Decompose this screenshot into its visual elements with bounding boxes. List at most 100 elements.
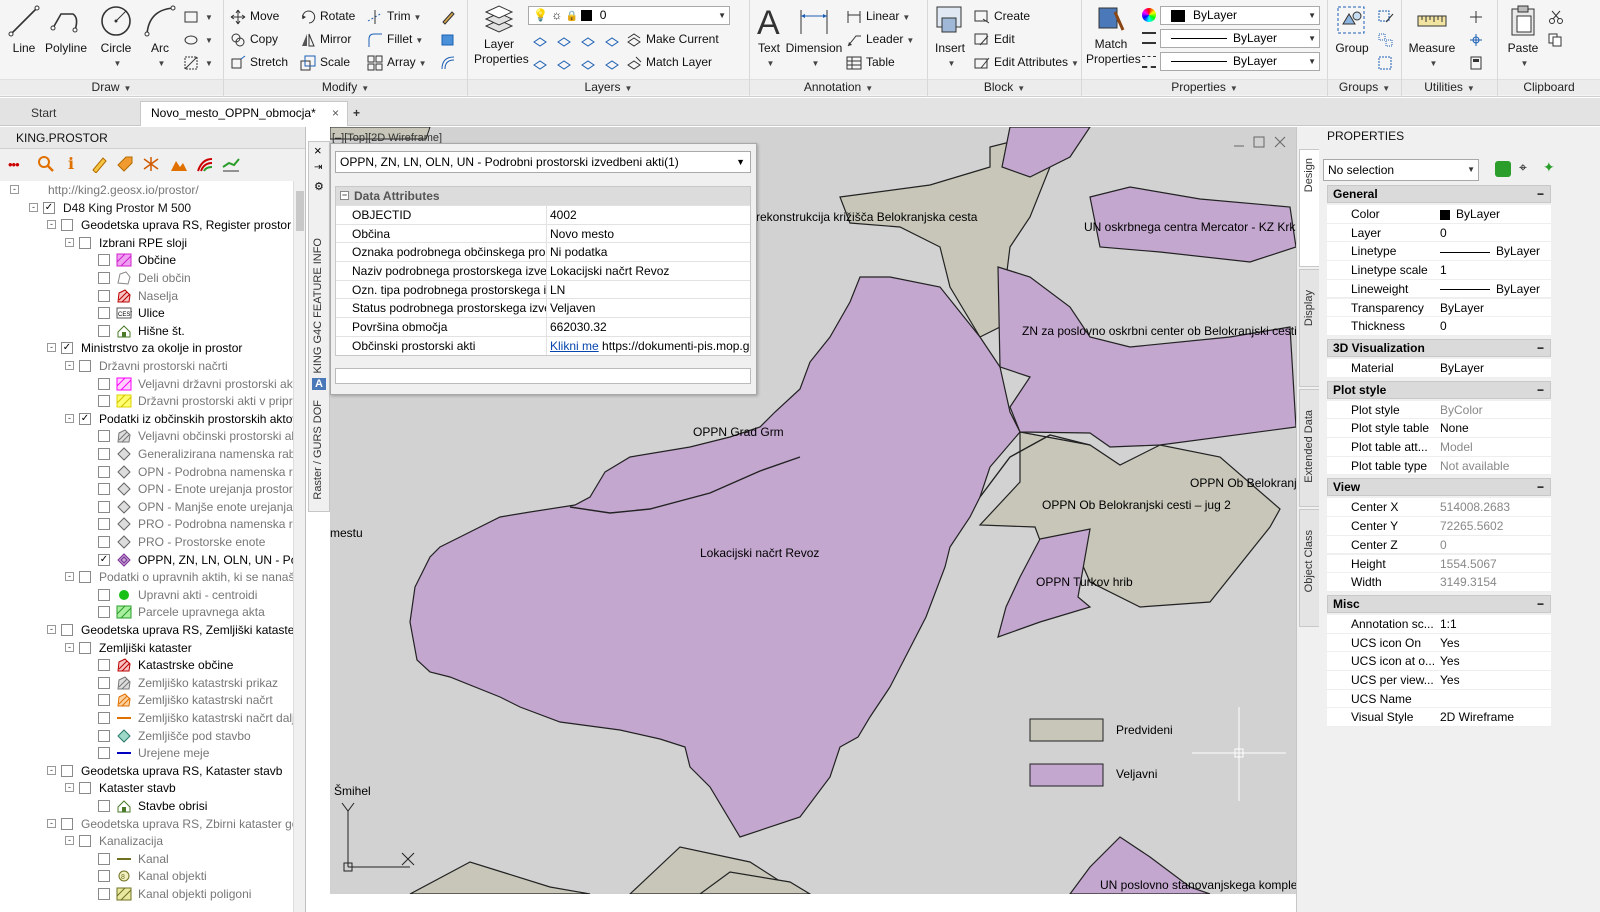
layers-panel-title[interactable]: Layers ▼ (468, 79, 749, 95)
groups-panel-title[interactable]: Groups ▼ (1328, 79, 1401, 95)
array-button[interactable]: Array ▼ (367, 52, 427, 72)
tree-node[interactable]: Deli občin (0, 269, 294, 287)
layer-checkbox[interactable] (98, 588, 110, 601)
collapse-icon[interactable]: − (1537, 186, 1544, 203)
group-select-button[interactable] (1378, 52, 1398, 72)
group-edit-button[interactable] (1378, 6, 1398, 26)
property-row[interactable]: Color ByLayer (1327, 205, 1551, 224)
pick-point-icon[interactable]: ⌖ (1519, 159, 1527, 176)
edit-attributes-button[interactable]: Edit Attributes ▼ (974, 52, 1079, 72)
property-row[interactable]: Plot style ByColor (1327, 400, 1551, 420)
tree-node[interactable]: Zemljiško katastrski načrt (0, 691, 294, 709)
property-row[interactable]: Center X 514008.2683 (1327, 498, 1551, 518)
property-row[interactable]: Lineweight ByLayer (1327, 279, 1551, 299)
linear-button[interactable]: Linear ▼ (846, 6, 910, 26)
layer-checkbox[interactable] (98, 888, 110, 900)
mirror-button[interactable]: Mirror (300, 29, 351, 49)
layer-checkbox[interactable] (61, 764, 73, 777)
trim-button[interactable]: Trim ▼ (367, 6, 421, 26)
table-button[interactable]: Table (846, 52, 895, 72)
section-view[interactable]: View − (1327, 478, 1551, 497)
tree-node[interactable]: Kanal objekti poligoni (0, 885, 294, 903)
info-icon[interactable]: i (68, 154, 74, 173)
hatch-button[interactable]: ▼ (184, 52, 213, 72)
tree-node[interactable]: 8 Kanal objekti (0, 867, 294, 885)
layer-checkbox[interactable] (98, 430, 110, 443)
layer-checkbox[interactable] (98, 518, 110, 531)
property-row[interactable]: Plot style table None (1327, 419, 1551, 438)
property-row[interactable]: UCS icon at o... Yes (1327, 652, 1551, 671)
property-row[interactable]: Plot table att... Model (1327, 438, 1551, 457)
layer-checkbox[interactable] (79, 236, 91, 249)
tree-node[interactable]: OPN - Manjše enote urejanja (0, 498, 294, 516)
search-icon[interactable] (37, 155, 55, 173)
tree-node[interactable]: - ✓ Ministrstvo za okolje in prostor (0, 339, 294, 357)
rotate-button[interactable]: Rotate (300, 6, 355, 26)
vtab-design[interactable]: Design (1299, 149, 1319, 267)
property-row[interactable]: Plot table type Not available (1327, 456, 1551, 476)
tree-node[interactable]: - Geodetska uprava RS, Zbirni kataster go (0, 815, 294, 833)
tree-node[interactable]: Urejene meje (0, 744, 294, 762)
tree-node[interactable]: Parcele upravnega akta (0, 603, 294, 621)
create-block-button[interactable]: Create (974, 6, 1030, 26)
tree-node[interactable]: Kanal (0, 850, 294, 868)
layer-checkbox[interactable] (98, 483, 110, 496)
tree-node[interactable]: Stavbe obrisi (0, 797, 294, 815)
expand-toggle[interactable]: - (10, 185, 19, 194)
property-row[interactable]: Linetype ByLayer (1327, 242, 1551, 262)
tree-node[interactable]: Katastrske občine (0, 656, 294, 674)
new-tab-button[interactable]: + (348, 101, 370, 126)
settings-icon[interactable]: ⚙ (314, 180, 324, 193)
copy-button[interactable]: Copy (230, 29, 278, 49)
tree-node[interactable]: - Državni prostorski načrti (0, 357, 294, 375)
rectangle-button[interactable]: ▼ (184, 6, 213, 26)
tree-node[interactable]: CEST Ulice (0, 304, 294, 322)
expand-toggle[interactable]: - (47, 625, 56, 634)
vtab-display[interactable]: Display (1299, 269, 1319, 387)
property-row[interactable]: Height 1554.5067 (1327, 554, 1551, 574)
layer-checkbox[interactable] (98, 800, 110, 812)
cut-button[interactable] (1548, 6, 1568, 26)
layer-checkbox[interactable] (61, 219, 73, 232)
tree-node[interactable]: Generalizirana namenska raba (0, 445, 294, 463)
id-point-button[interactable] (1468, 6, 1488, 26)
layer-checkbox[interactable] (98, 377, 110, 390)
layer-select[interactable]: OPPN, ZN, LN, OLN, UN - Podrobni prostor… (335, 151, 751, 173)
group-button[interactable]: Group (1332, 4, 1372, 55)
expand-toggle[interactable]: - (65, 237, 74, 247)
layer-checkbox[interactable] (98, 307, 110, 320)
collapse-icon[interactable]: − (1537, 340, 1544, 357)
layer-checkbox[interactable] (98, 606, 110, 619)
tree-node[interactable]: Zemljišče pod stavbo (0, 727, 294, 745)
tree-node[interactable]: Hišne št. (0, 322, 294, 340)
make-current-button[interactable]: Make Current (626, 29, 719, 49)
layer-checkbox[interactable] (61, 817, 73, 830)
section-misc[interactable]: Misc − (1327, 594, 1551, 613)
lineweight-dropdown[interactable]: ByLayer ▼ (1160, 52, 1320, 71)
property-row[interactable]: Center Y 72265.5602 (1327, 517, 1551, 536)
modify-panel-title[interactable]: Modify ▼ (224, 79, 467, 95)
expand-toggle[interactable]: - (65, 836, 74, 846)
layer-checkbox[interactable] (98, 729, 110, 742)
layer-checkbox[interactable] (98, 659, 110, 672)
layer-checkbox[interactable] (98, 272, 110, 284)
layer-checkbox[interactable] (98, 324, 110, 337)
feature-info-tab[interactable]: KING G4C FEATURE INFO (312, 238, 324, 373)
tag-icon[interactable] (116, 155, 134, 173)
network-icon[interactable] (142, 155, 160, 173)
section-3d-visualization[interactable]: 3D Visualization − (1327, 338, 1551, 357)
close-icon[interactable]: × (314, 143, 322, 158)
tree-node[interactable]: - Geodetska uprava RS, Zemljiški kataster (0, 621, 294, 639)
tree-node[interactable]: - Geodetska uprava RS, Kataster stavb (0, 762, 294, 780)
tree-node[interactable]: PRO - Prostorske enote (0, 533, 294, 551)
tree-node[interactable]: Zemljiško katastrski prikaz (0, 674, 294, 692)
expand-toggle[interactable]: - (47, 220, 56, 230)
tree-node[interactable]: - ✓ Podatki iz občinskih prostorskih aktov (0, 410, 294, 428)
tree-node[interactable]: ✓ OPPN, ZN, LN, OLN, UN - Podrobni (0, 551, 294, 569)
property-row[interactable]: UCS icon On Yes (1327, 633, 1551, 653)
scroll-thumb[interactable] (296, 191, 304, 231)
explode-button[interactable] (440, 29, 460, 49)
collapse-icon[interactable]: − (1537, 479, 1544, 496)
expand-toggle[interactable]: - (65, 572, 74, 582)
arcs-icon[interactable] (196, 155, 214, 173)
